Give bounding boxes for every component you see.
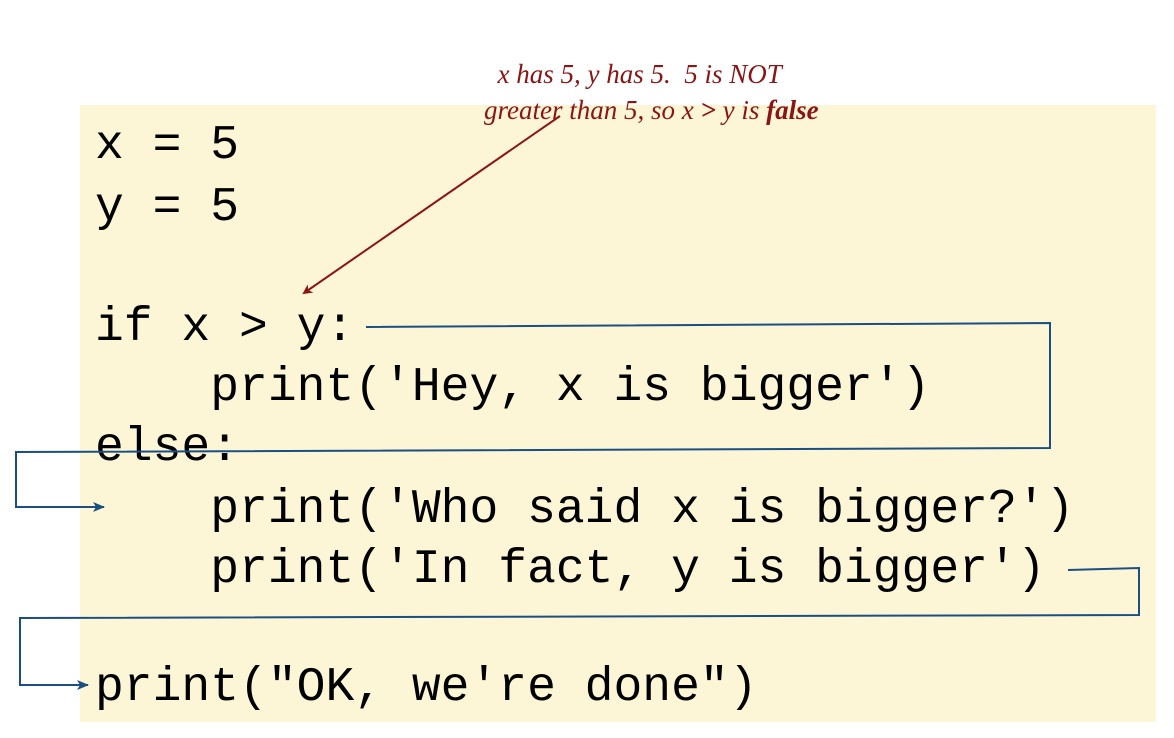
flow-arrows-overlay [15, 115, 1140, 690]
else-end-jump-connector [19, 566, 1140, 690]
if-false-jump-connector [15, 321, 1051, 512]
annotation-pointer-arrow [302, 115, 561, 295]
